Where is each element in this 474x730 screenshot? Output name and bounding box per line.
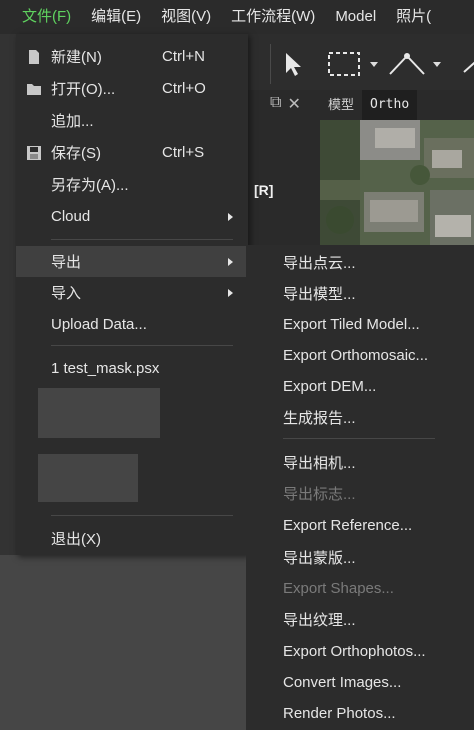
menu-item-recent-file[interactable]: 1 test_mask.psx [16,353,248,384]
menu-item-new[interactable]: 新建(N) Ctrl+N [16,41,248,72]
submenu-arrow-icon [228,288,233,297]
render-photos[interactable]: Render Photos... [246,698,474,729]
menu-separator [51,239,233,240]
rectangle-select-button[interactable] [322,42,366,86]
submenu-arrow-icon [228,257,233,266]
menu-view[interactable]: 视图(V) [151,0,221,34]
menu-bar: 文件(F) 编辑(E) 视图(V) 工作流程(W) Model 照片( [0,0,474,34]
redacted-recent-file [38,388,160,438]
tab-model[interactable]: 模型 [320,90,362,120]
workspace-background [0,555,246,730]
ruler-line-icon [389,53,425,75]
view-tabs: 模型 Ortho [320,90,474,120]
panel-label: [R] [254,182,274,198]
pen-tool-icon [463,61,474,73]
menu-photo[interactable]: 照片( [386,0,441,34]
menu-item-import[interactable]: 导入 [16,277,248,308]
ruler-tool-button[interactable] [385,42,429,86]
panel-window-controls: ⧉ ✕ [270,94,301,114]
restore-icon[interactable]: ⧉ [270,94,281,114]
rectangle-selection-icon [328,52,360,76]
save-icon [27,145,41,160]
ortho-image-view[interactable] [320,120,474,245]
menu-separator [51,515,233,516]
export-markers: 导出标志... [283,486,356,503]
export-reference[interactable]: Export Reference... [246,510,474,541]
menu-item-export[interactable]: 导出 [16,246,248,277]
export-texture[interactable]: 导出纹理... [246,604,474,635]
cursor-arrow-icon [286,53,301,76]
menu-edit[interactable]: 编辑(E) [81,0,151,34]
file-menu: 新建(N) Ctrl+N 打开(O)... Ctrl+O 追加... 保存(S)… [16,34,248,555]
export-dem[interactable]: Export DEM... [246,371,474,402]
menu-item-upload-data[interactable]: Upload Data... [16,309,248,340]
export-orthophotos[interactable]: Export Orthophotos... [246,636,474,667]
menu-item-cloud[interactable]: Cloud [16,201,248,232]
menu-item-open[interactable]: 打开(O)... Ctrl+O [16,73,248,104]
export-masks[interactable]: 导出蒙版... [246,542,474,573]
submenu-separator [283,438,435,439]
side-panel: ⧉ ✕ [R] [248,90,320,245]
export-tiled-model[interactable]: Export Tiled Model... [246,309,474,340]
pointer-tool-button[interactable] [272,42,316,86]
export-orthomosaic[interactable]: Export Orthomosaic... [246,340,474,371]
export-model[interactable]: 导出模型... [246,278,474,309]
export-cameras[interactable]: 导出相机... [246,447,474,478]
export-shapes: Export Shapes... [283,580,394,597]
close-icon[interactable]: ✕ [287,94,300,114]
aerial-photo-image [320,120,474,245]
menu-item-append[interactable]: 追加... [16,105,248,136]
tab-ortho[interactable]: Ortho [362,90,418,120]
convert-images[interactable]: Convert Images... [246,667,474,698]
menu-model[interactable]: Model [325,0,386,34]
export-submenu: 导出点云... 导出模型... Export Tiled Model... Ex… [246,245,474,730]
menu-workflow[interactable]: 工作流程(W) [221,0,325,34]
menu-separator [51,345,233,346]
export-point-cloud[interactable]: 导出点云... [246,247,474,278]
menu-item-save[interactable]: 保存(S) Ctrl+S [16,137,248,168]
new-document-icon [29,49,39,64]
ruler-tool-dropdown[interactable] [433,62,441,67]
menu-item-exit[interactable]: 退出(X) [16,523,248,554]
submenu-arrow-icon [228,212,233,221]
redacted-recent-file [38,454,138,502]
menu-file[interactable]: 文件(F) [0,0,81,34]
rectangle-select-dropdown[interactable] [370,62,378,67]
menu-item-save-as[interactable]: 另存为(A)... [16,169,248,200]
open-folder-icon [27,83,41,95]
toolbar-separator [270,44,271,84]
extra-tool-button[interactable] [450,42,474,86]
generate-report[interactable]: 生成报告... [246,402,474,433]
